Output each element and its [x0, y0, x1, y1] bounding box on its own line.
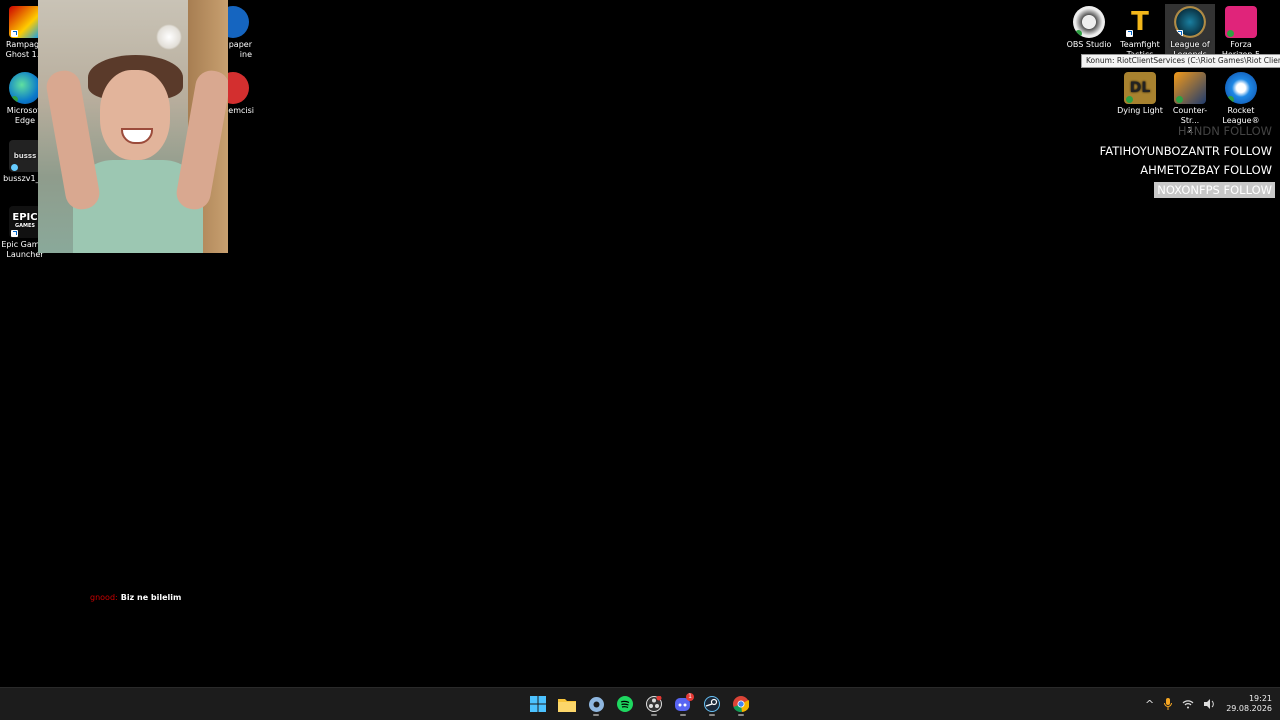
system-tray: ^ 19:21 29.08.2026	[1145, 688, 1272, 720]
rocket-league-icon	[1225, 72, 1257, 104]
follow-action: FOLLOW	[1223, 163, 1273, 177]
edge-icon	[9, 72, 41, 104]
obs-icon	[646, 696, 662, 712]
desktop-icon-forza-horizon[interactable]: Forza Horizon 5	[1216, 6, 1266, 60]
follow-name: AHMETOZBAY	[1140, 163, 1220, 177]
clock-time: 19:21	[1248, 694, 1272, 703]
buss-icon: busss	[9, 140, 41, 172]
obs-icon	[1073, 6, 1105, 38]
taskbar-clock[interactable]: 19:21 29.08.2026	[1226, 694, 1272, 714]
follow-action: FOLLOW	[1223, 143, 1273, 158]
follow-alert: AHMETOZBAY FOLLOW	[1097, 159, 1275, 179]
taskbar-spotify[interactable]	[614, 692, 636, 716]
taskbar-obs[interactable]	[643, 692, 665, 716]
taskbar-chrome[interactable]	[730, 692, 752, 716]
webcam-overlay	[38, 0, 228, 253]
wifi-icon[interactable]	[1182, 699, 1194, 709]
folder-icon	[558, 698, 576, 712]
follow-action: FOLLOW	[1223, 124, 1273, 138]
clock-date: 29.08.2026	[1226, 704, 1272, 713]
desktop-icon-dying-light[interactable]: DL Dying Light	[1115, 72, 1165, 116]
teamfight-tactics-icon: T	[1124, 6, 1156, 38]
follow-alert: FATIHOYUNBOZANTR FOLLOW	[1097, 140, 1275, 160]
taskbar-discord[interactable]: 1	[672, 692, 694, 716]
taskbar-settings[interactable]	[585, 692, 607, 716]
chat-message: gnood: Biz ne bilelim	[90, 593, 181, 602]
microphone-icon[interactable]	[1164, 698, 1173, 710]
chat-username: gnood:	[90, 593, 118, 602]
start-button[interactable]	[527, 692, 549, 716]
forza-icon	[1225, 6, 1257, 38]
desktop-icon-label: Dying Light	[1117, 106, 1163, 115]
icon-location-tooltip: Konum: RiotClientServices (C:\Riot Games…	[1081, 54, 1280, 68]
follow-name: H4NDN	[1177, 124, 1220, 138]
tray-overflow-chevron-icon[interactable]: ^	[1145, 698, 1154, 711]
dl-icon-text: DL	[1129, 80, 1151, 96]
desktop-icon-league-of-legends[interactable]: League of Legends	[1165, 4, 1215, 60]
desktop-icon-rocket-league[interactable]: Rocket League®	[1216, 72, 1266, 126]
follow-name: FATIHOYUNBOZANTR	[1099, 143, 1220, 158]
taskbar-file-explorer[interactable]	[556, 692, 578, 716]
counter-strike-icon	[1174, 72, 1206, 104]
follow-action: FOLLOW	[1223, 182, 1273, 197]
volume-icon[interactable]	[1204, 699, 1216, 709]
chat-text: Biz ne bilelim	[120, 593, 182, 602]
dying-light-icon: DL	[1124, 72, 1156, 104]
desktop-icon-label: OBS Studio	[1066, 40, 1112, 49]
chrome-icon	[733, 696, 749, 712]
tft-icon-text: T	[1131, 7, 1149, 37]
buss-icon-text: busss	[13, 152, 37, 160]
steam-icon	[704, 696, 720, 712]
discord-notification-badge: 1	[686, 693, 694, 701]
follow-alerts-overlay: H4NDN FOLLOW FATIHOYUNBOZANTR FOLLOW AHM…	[1097, 120, 1275, 198]
taskbar: 1 ^ 19:21 29.08.2026	[0, 687, 1280, 720]
taskbar-steam[interactable]	[701, 692, 723, 716]
follow-name: NOXONFPS	[1157, 182, 1220, 197]
desktop-icon-obs-studio[interactable]: OBS Studio	[1064, 6, 1114, 50]
epic-icon-text: EPIC	[12, 212, 38, 223]
league-of-legends-icon	[1174, 6, 1206, 38]
windows-icon	[530, 696, 546, 712]
taskbar-apps: 1	[527, 692, 752, 716]
epic-icon-subtext: GAMES	[15, 223, 35, 229]
follow-alert: H4NDN FOLLOW	[1097, 120, 1275, 140]
desktop-icon-teamfight-tactics[interactable]: T Teamfight Tactics	[1115, 6, 1165, 60]
spotify-icon	[617, 696, 633, 712]
follow-alert: NOXONFPS FOLLOW	[1097, 179, 1275, 198]
epic-games-icon: EPIC GAMES	[9, 206, 41, 238]
settings-icon	[588, 696, 604, 712]
rampage-ghost-icon	[9, 6, 41, 38]
